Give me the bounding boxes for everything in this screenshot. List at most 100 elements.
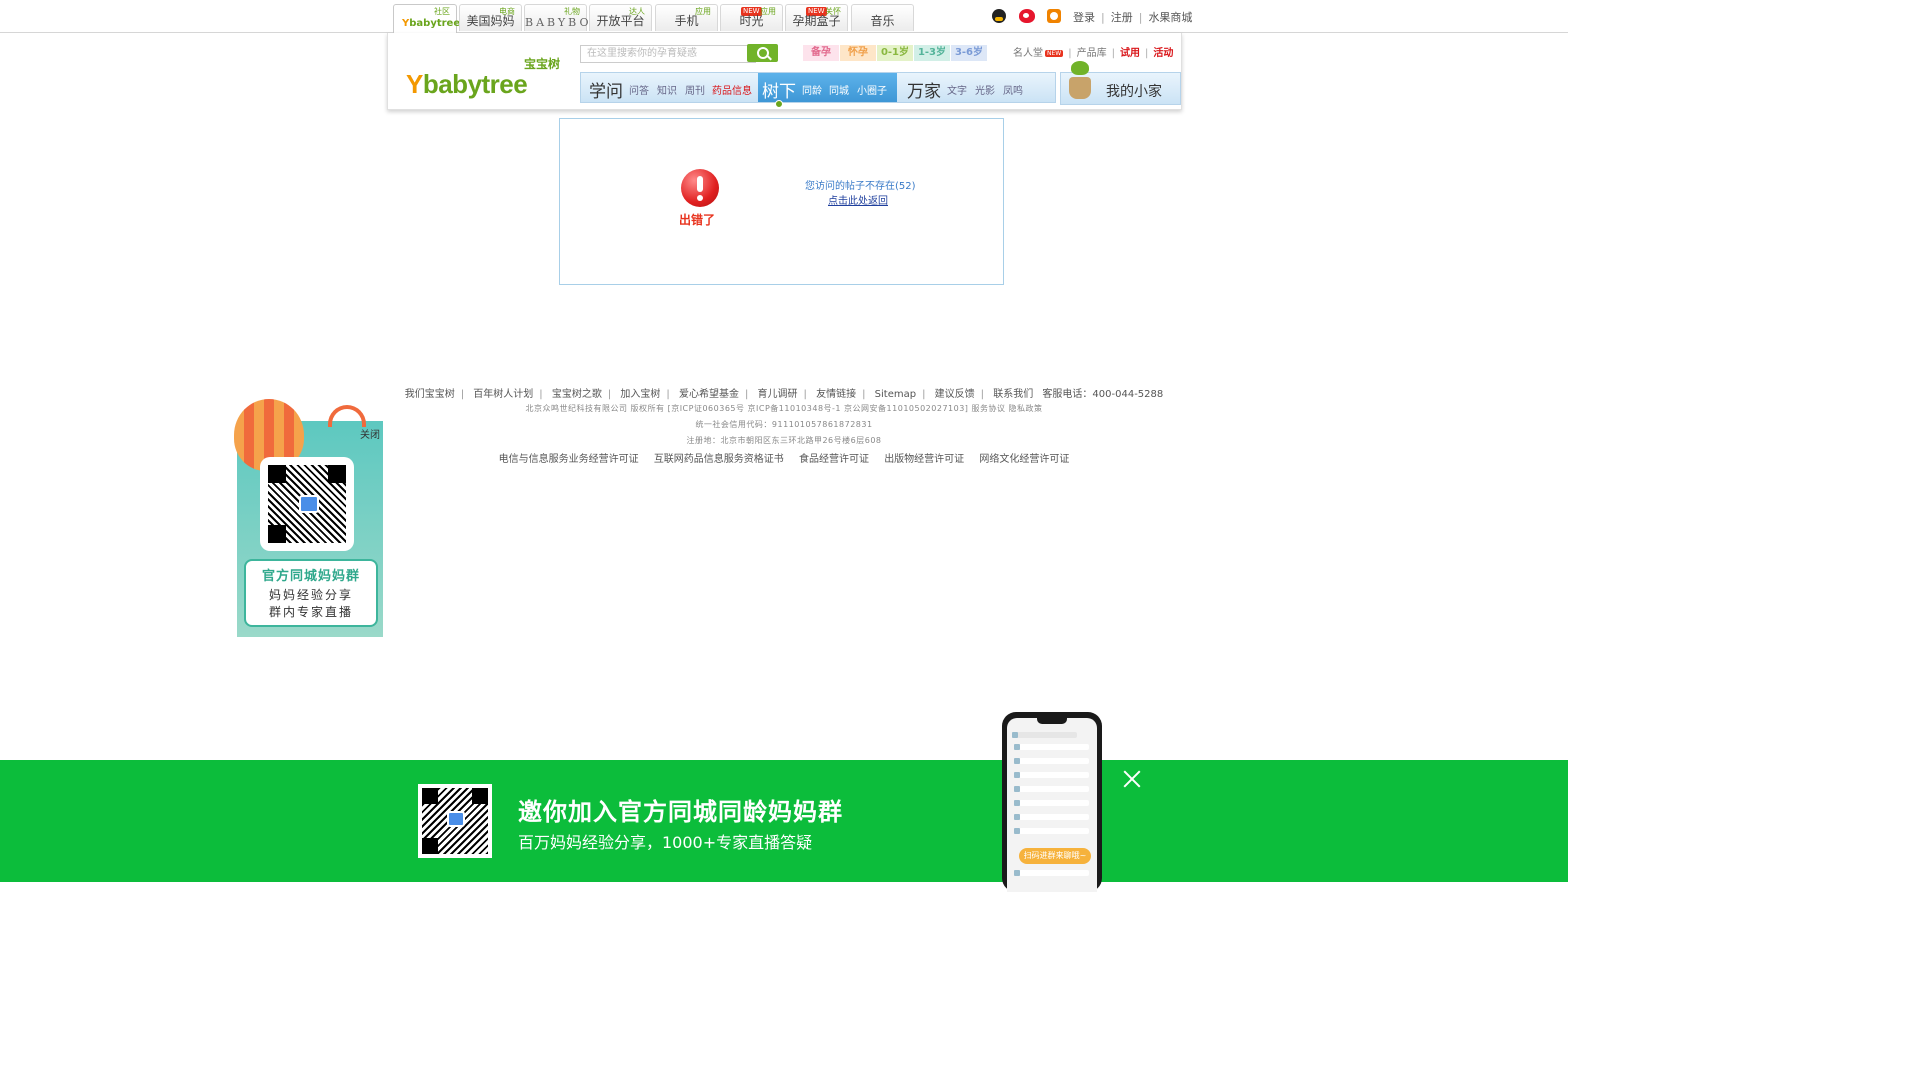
brand-en-y: Y bbox=[406, 69, 423, 99]
rainbow-illustration bbox=[328, 405, 366, 427]
footer-hotline: 客服电话：400-044-5288 bbox=[1042, 389, 1164, 400]
promo-close-button[interactable]: 关闭 bbox=[360, 426, 380, 441]
nav-drug-info[interactable]: 药品信息 bbox=[712, 82, 752, 97]
license-telecom[interactable]: 电信与信息服务业务经营许可证 bbox=[499, 454, 639, 465]
trial-link[interactable]: 试用 bbox=[1120, 48, 1140, 59]
join-chat-button[interactable]: 扫码进群来聊哦~ bbox=[1019, 848, 1091, 864]
footer-link-sitemap[interactable]: Sitemap bbox=[875, 389, 916, 400]
chat-icon bbox=[299, 495, 319, 513]
license-drug[interactable]: 互联网药品信息服务资格证书 bbox=[654, 454, 784, 465]
nav-fengming[interactable]: 凤鸣 bbox=[1003, 82, 1023, 97]
tab-label: 美国妈妈 bbox=[466, 14, 515, 28]
babytree-logo[interactable]: 宝宝树 Ybabytree bbox=[406, 51, 566, 99]
qq-icon[interactable] bbox=[992, 9, 1006, 23]
nav-section-knowledge: 学问 问答 知识 周刊 药品信息 bbox=[581, 73, 758, 102]
stage-prepare[interactable]: 备孕 bbox=[803, 45, 839, 61]
babytree-mini-logo: Ybabytree bbox=[402, 18, 461, 29]
footer-links: 我们宝宝树 | 百年树人计划 | 宝宝树之歌 | 加入宝树 | 爱心希望基金 | 育儿调研… bbox=[404, 389, 1164, 400]
license-publication[interactable]: 出版物经营许可证 bbox=[884, 454, 964, 465]
banner-subtitle: 百万妈妈经验分享，1000+专家直播答疑 bbox=[518, 833, 813, 852]
tab-label: BABYBOX bbox=[525, 16, 603, 29]
brand-cn: 宝宝树 bbox=[523, 57, 560, 71]
stage-pregnant[interactable]: 怀孕 bbox=[840, 45, 876, 61]
tab-mobile[interactable]: 应用 手机 bbox=[655, 4, 718, 31]
error-tag: 出错了 bbox=[679, 213, 716, 227]
banner-close-icon[interactable] bbox=[1122, 769, 1142, 789]
tab-pregnancy-box[interactable]: NEW 关怀 孕期盒子 bbox=[785, 4, 848, 31]
banner-title: 邀你加入官方同城同龄妈妈群 bbox=[518, 798, 843, 826]
footer-link-survey[interactable]: 育儿调研 bbox=[758, 389, 798, 400]
nav-photos[interactable]: 光影 bbox=[975, 82, 995, 97]
my-home-label: 我的小家 bbox=[1106, 84, 1162, 100]
search-input[interactable]: 在这里搜索你的孕育疑惑 bbox=[580, 45, 756, 63]
nav-knowledge-base[interactable]: 知识 bbox=[657, 82, 677, 97]
stage-1-3[interactable]: 1-3岁 bbox=[914, 45, 950, 61]
weibo-icon[interactable] bbox=[1019, 9, 1035, 23]
sprout-icon bbox=[1069, 61, 1091, 99]
error-message: 您访问的帖子不存在(52) bbox=[805, 181, 916, 192]
footer-link-feedback[interactable]: 建议反馈 bbox=[935, 389, 975, 400]
license-food[interactable]: 食品经营许可证 bbox=[799, 454, 869, 465]
celebrity-link[interactable]: 名人堂 bbox=[1013, 48, 1043, 59]
tab-time[interactable]: NEW 应用 时光 bbox=[720, 4, 783, 31]
chat-icon bbox=[447, 811, 465, 827]
header-links: 名人堂 NEW | 产品库 | 试用 | 活动 bbox=[1013, 48, 1174, 59]
phone-mockup: 扫码进群来聊哦~ bbox=[1002, 712, 1102, 892]
tab-label: 开放平台 bbox=[596, 14, 645, 28]
footer-link-contact[interactable]: 联系我们 bbox=[993, 389, 1033, 400]
nav-text[interactable]: 文字 bbox=[947, 82, 967, 97]
new-badge: NEW bbox=[1045, 50, 1064, 57]
promo-card: 官方同城妈妈群 妈妈经验分享 群内专家直播 bbox=[244, 559, 378, 627]
nav-families[interactable]: 万家 bbox=[907, 77, 941, 102]
footer-link-plan[interactable]: 百年树人计划 bbox=[473, 389, 533, 400]
tab-label: 时光 bbox=[739, 14, 764, 28]
tab-babybox[interactable]: 礼物 BABYBOX bbox=[524, 4, 603, 31]
stage-3-6[interactable]: 3-6岁 bbox=[951, 45, 987, 61]
promo-line-3: 群内专家直播 bbox=[268, 605, 353, 619]
nav-same-age[interactable]: 同龄 bbox=[802, 82, 822, 97]
nav-qa[interactable]: 问答 bbox=[629, 82, 649, 97]
qr-code bbox=[260, 457, 354, 551]
brand-en: Ybabytree bbox=[406, 69, 528, 100]
my-home-button[interactable]: 我的小家 bbox=[1060, 61, 1181, 105]
product-library-link[interactable]: 产品库 bbox=[1077, 48, 1107, 59]
license-culture[interactable]: 网络文化经营许可证 bbox=[979, 454, 1069, 465]
back-link[interactable]: 点击此处返回 bbox=[828, 192, 888, 207]
brand-en-name: babytree bbox=[422, 69, 528, 99]
search-button[interactable] bbox=[747, 44, 778, 62]
nav-knowledge[interactable]: 学问 bbox=[589, 77, 623, 102]
nav-community[interactable]: 树下 bbox=[762, 77, 796, 102]
floating-promo: 关闭 官方同城妈妈群 妈妈经验分享 群内专家直播 bbox=[233, 399, 384, 639]
footer-link-friends[interactable]: 友情链接 bbox=[816, 389, 856, 400]
tab-label: 孕期盒子 bbox=[792, 14, 841, 28]
footer-link-about[interactable]: 我们宝宝树 bbox=[405, 389, 455, 400]
tab-label: 手机 bbox=[674, 14, 699, 28]
top-bar: 社区 Ybabytree 电商 美国妈妈 礼物 BABYBOX 达人 开放平台 … bbox=[0, 0, 1568, 33]
nav-same-city[interactable]: 同城 bbox=[829, 82, 849, 97]
social-share-icon[interactable] bbox=[1047, 9, 1061, 23]
nav-section-families: 万家 文字 光影 凤鸣 bbox=[897, 73, 1055, 102]
error-icon bbox=[681, 169, 719, 207]
phone-screen: 扫码进群来聊哦~ bbox=[1007, 718, 1097, 892]
bottom-banner: 邀你加入官方同城同龄妈妈群 百万妈妈经验分享，1000+专家直播答疑 bbox=[0, 760, 1568, 882]
tab-meiguo-mama[interactable]: 电商 美国妈妈 bbox=[459, 4, 522, 31]
fruit-mall-link[interactable]: 水果商城 bbox=[1148, 11, 1192, 24]
footer-link-join[interactable]: 加入宝树 bbox=[620, 389, 660, 400]
main-nav: 学问 问答 知识 周刊 药品信息 树下 同龄 同城 小圈子 万家 文字 光影 凤… bbox=[580, 72, 1056, 108]
tab-label: 音乐 bbox=[870, 14, 895, 28]
error-panel: 出错了 您访问的帖子不存在(52) 点击此处返回 bbox=[559, 118, 1004, 285]
nav-weekly[interactable]: 周刊 bbox=[685, 82, 705, 97]
nav-section-community: 树下 同龄 同城 小圈子 bbox=[758, 73, 897, 108]
footer-link-fund[interactable]: 爱心希望基金 bbox=[679, 389, 739, 400]
login-link[interactable]: 登录 bbox=[1073, 11, 1095, 24]
stage-0-1[interactable]: 0-1岁 bbox=[877, 45, 913, 61]
footer-link-song[interactable]: 宝宝树之歌 bbox=[552, 389, 602, 400]
site-header: 宝宝树 Ybabytree 在这里搜索你的孕育疑惑 备孕 怀孕 0-1岁 1-3… bbox=[387, 33, 1182, 110]
nav-circles[interactable]: 小圈子 bbox=[857, 82, 887, 97]
promo-line-1: 官方同城妈妈群 bbox=[261, 569, 360, 584]
tab-music[interactable]: 音乐 bbox=[851, 4, 914, 31]
tab-open-platform[interactable]: 达人 开放平台 bbox=[589, 4, 652, 31]
tab-community[interactable]: 社区 Ybabytree bbox=[393, 4, 461, 33]
register-link[interactable]: 注册 bbox=[1111, 11, 1133, 24]
events-link[interactable]: 活动 bbox=[1153, 48, 1173, 59]
